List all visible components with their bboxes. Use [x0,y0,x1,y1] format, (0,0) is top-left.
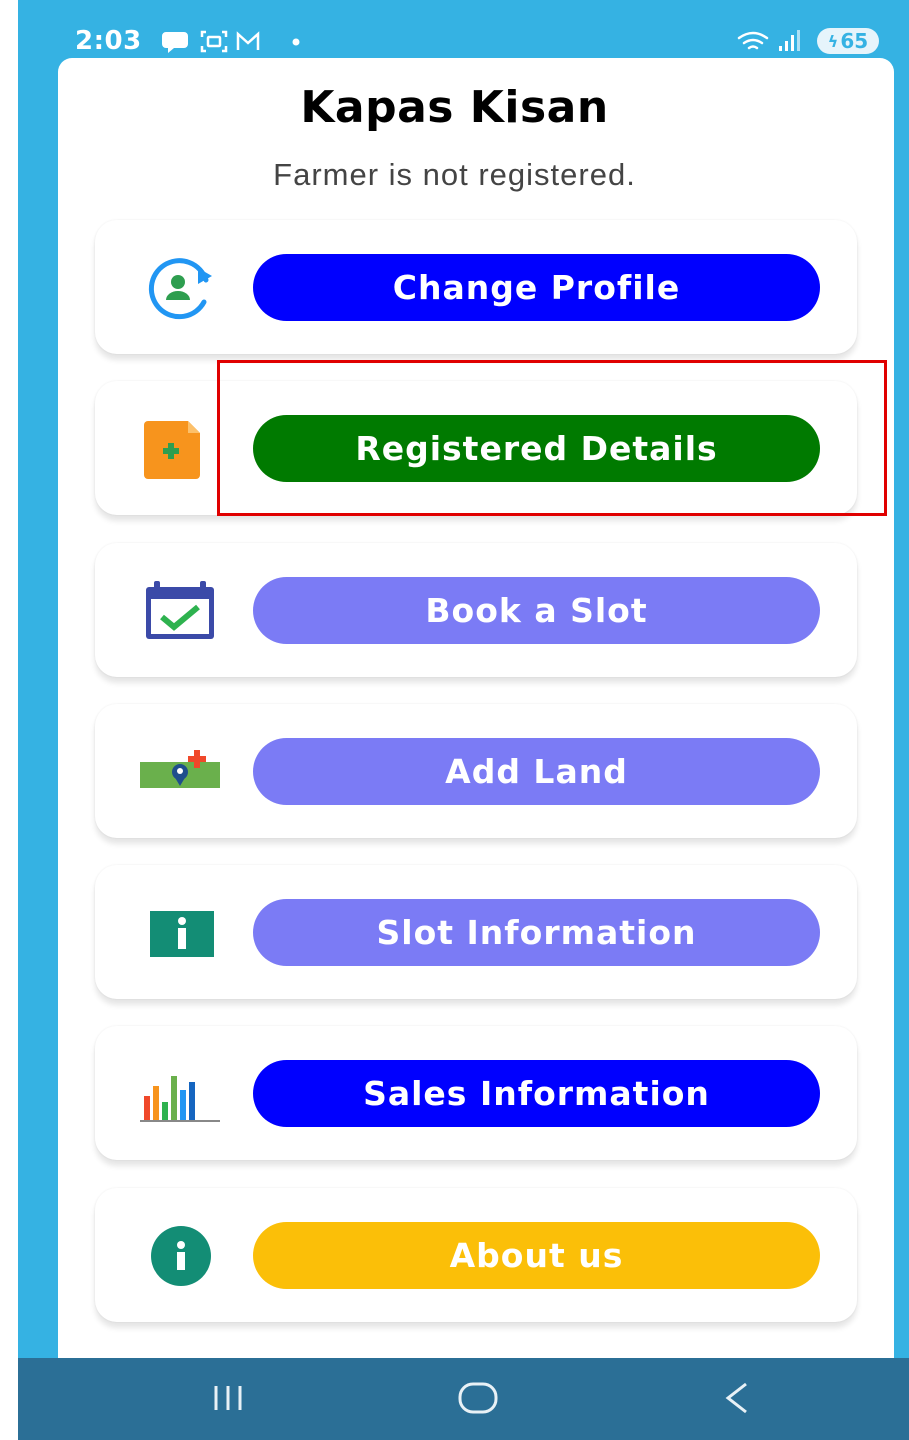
signal-icons [737,30,800,51]
map-pin-add-icon [140,750,220,788]
home-icon[interactable] [448,1376,508,1420]
menu-row-about-us: About us [95,1188,857,1322]
chat-icon [162,32,188,53]
wifi-icon [737,31,769,50]
menu-row-change-profile: Change Profile [95,220,857,354]
menu-row-add-land: Add Land [95,704,857,838]
add-land-button[interactable]: Add Land [253,738,820,805]
calendar-check-icon [146,581,214,639]
info-circle-icon [151,1226,211,1286]
bar-chart-icon [140,1076,220,1122]
slot-information-button[interactable]: Slot Information [253,899,820,966]
app-title: Kapas Kisan [300,82,609,133]
registration-status: Farmer is not registered. [273,157,636,192]
about-us-button[interactable]: About us [253,1222,820,1289]
book-slot-button[interactable]: Book a Slot [253,577,820,644]
menu-row-sales-information: Sales Information [95,1026,857,1160]
menu-row-book-slot: Book a Slot [95,543,857,677]
battery-icon: ϟ [827,31,839,51]
battery-level: 65 [840,29,869,53]
back-icon[interactable] [706,1376,766,1420]
sales-information-button[interactable]: Sales Information [253,1060,820,1127]
profile-refresh-icon [148,258,212,320]
recent-apps-icon[interactable] [198,1376,258,1420]
status-bar: 2:03 ϟ 65 [18,0,909,64]
cell-signal-icon [779,30,800,51]
menu-row-slot-information: Slot Information [95,865,857,999]
navigation-bar [18,1358,909,1440]
info-square-icon [150,911,214,957]
document-add-icon [144,421,200,479]
battery-indicator: ϟ 65 [817,28,879,54]
highlight-box [217,360,887,516]
status-time: 2:03 [75,26,142,56]
gmail-icon [236,31,260,50]
change-profile-button[interactable]: Change Profile [253,254,820,321]
screenshot-icon [200,30,228,53]
notification-icons [162,30,300,53]
more-notifications-dot [292,38,300,46]
